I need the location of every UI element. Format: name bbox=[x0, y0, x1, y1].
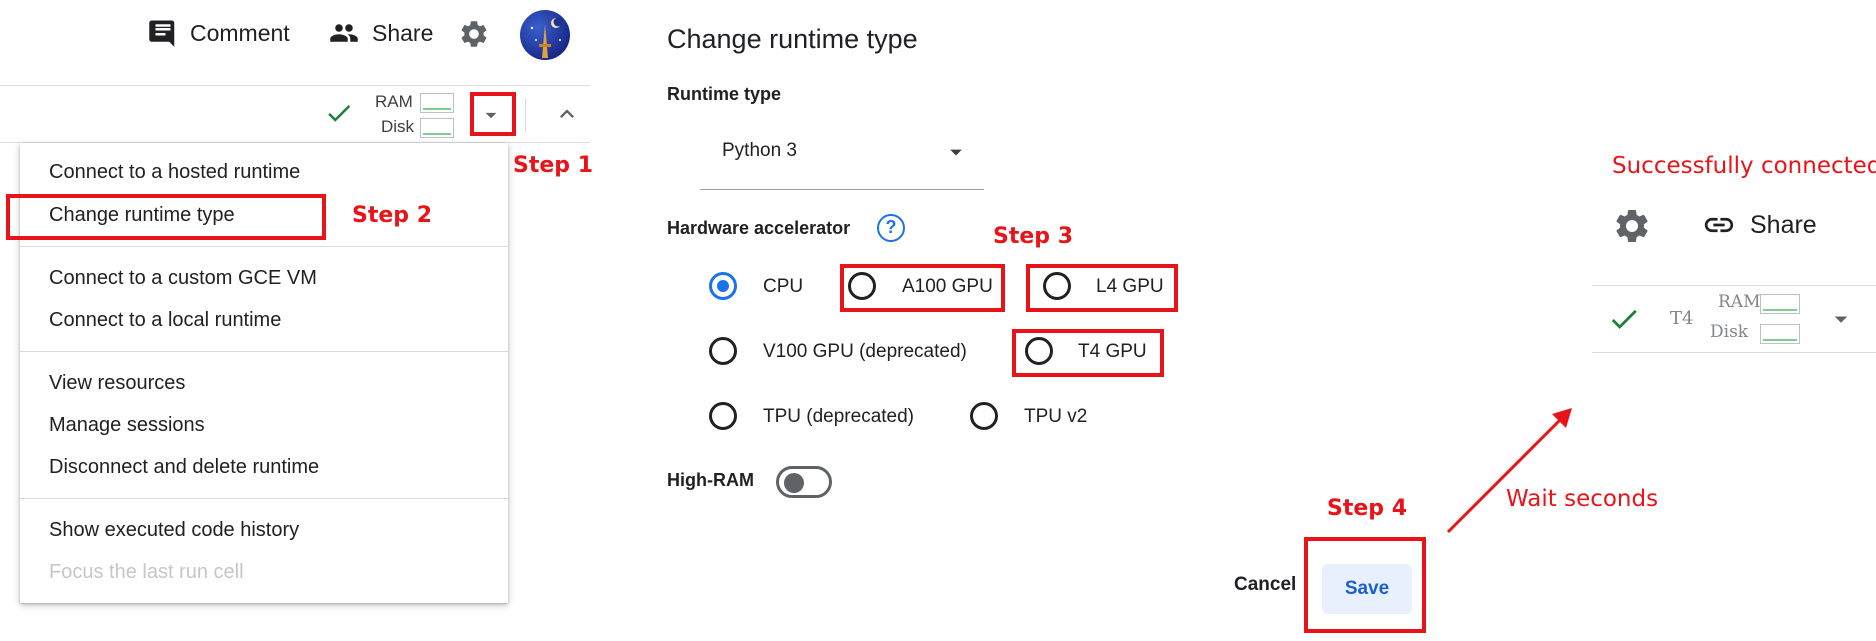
avatar-image bbox=[530, 17, 563, 58]
high-ram-toggle[interactable] bbox=[776, 466, 832, 498]
menu-item-manage-sessions[interactable]: Manage sessions bbox=[49, 414, 205, 437]
dialog-title: Change runtime type bbox=[667, 24, 918, 54]
menu-item-disconnect[interactable]: Disconnect and delete runtime bbox=[49, 456, 319, 479]
high-ram-label: High-RAM bbox=[667, 470, 754, 490]
radio-tpu-v2[interactable] bbox=[970, 402, 998, 430]
ram-meter bbox=[1760, 294, 1800, 314]
radio-cpu[interactable] bbox=[709, 272, 737, 300]
share-link-button[interactable]: Share bbox=[1702, 208, 1817, 242]
t4-highlight bbox=[1012, 329, 1164, 377]
toggle-knob bbox=[784, 473, 804, 493]
disk-meter bbox=[420, 118, 454, 138]
disk-meter bbox=[1760, 324, 1800, 344]
chevron-down-icon[interactable] bbox=[1826, 304, 1856, 334]
radio-tpu-label: TPU (deprecated) bbox=[763, 406, 915, 427]
radio-v100-gpu[interactable] bbox=[709, 337, 737, 365]
gear-icon[interactable] bbox=[1612, 206, 1652, 246]
menu-divider bbox=[20, 498, 508, 499]
comment-label: Comment bbox=[190, 19, 290, 46]
step1-label: Step 1 bbox=[513, 153, 593, 178]
wait-note: Wait seconds bbox=[1506, 486, 1659, 512]
step2-highlight bbox=[6, 194, 326, 240]
menu-item-custom-gce[interactable]: Connect to a custom GCE VM bbox=[49, 267, 317, 290]
toolbar-divider bbox=[525, 98, 526, 132]
radio-cpu-label: CPU bbox=[763, 276, 804, 297]
menu-item-connect-hosted[interactable]: Connect to a hosted runtime bbox=[49, 161, 300, 184]
check-icon bbox=[328, 105, 351, 122]
menu-divider bbox=[20, 246, 508, 247]
people-icon bbox=[330, 24, 358, 42]
radio-tpu[interactable] bbox=[709, 402, 737, 430]
disk-label: Disk bbox=[1710, 322, 1749, 342]
help-icon[interactable]: ? bbox=[877, 214, 905, 242]
a100-highlight bbox=[840, 264, 1005, 312]
ram-label: RAM bbox=[375, 92, 413, 111]
runtime-name: T4 bbox=[1670, 308, 1694, 329]
check-icon bbox=[1611, 309, 1637, 329]
share-label: Share bbox=[1750, 210, 1817, 239]
comment-button[interactable]: Comment bbox=[148, 18, 290, 48]
share-label: Share bbox=[372, 19, 434, 46]
l4-highlight bbox=[1026, 264, 1178, 312]
comment-icon bbox=[149, 20, 175, 47]
dropdown-arrow-icon bbox=[950, 149, 962, 156]
runtime-type-select[interactable]: Python 3 bbox=[700, 128, 984, 190]
gear-icon[interactable] bbox=[458, 18, 490, 50]
avatar[interactable] bbox=[520, 10, 570, 60]
radio-v100-gpu-label: V100 GPU (deprecated) bbox=[763, 341, 967, 362]
menu-item-local-runtime[interactable]: Connect to a local runtime bbox=[49, 309, 281, 332]
share-button[interactable]: Share bbox=[328, 18, 433, 48]
menu-item-view-resources[interactable]: View resources bbox=[49, 372, 185, 395]
success-note: Successfully connected bbox=[1612, 153, 1876, 179]
step4-label: Step 4 bbox=[1327, 496, 1407, 521]
arrow-annotation bbox=[1446, 408, 1572, 534]
step3-label: Step 3 bbox=[993, 224, 1073, 249]
chevron-up-icon[interactable] bbox=[553, 100, 581, 128]
ram-meter bbox=[420, 93, 454, 113]
runtime-type-label: Runtime type bbox=[667, 84, 782, 104]
step4-highlight bbox=[1304, 537, 1426, 633]
step1-highlight bbox=[470, 92, 516, 136]
link-icon bbox=[1704, 217, 1734, 233]
menu-divider bbox=[20, 351, 508, 352]
disk-label: Disk bbox=[381, 117, 415, 136]
step2-label: Step 2 bbox=[352, 203, 432, 228]
menu-item-code-history[interactable]: Show executed code history bbox=[49, 519, 299, 542]
radio-tpu-v2-label: TPU v2 bbox=[1024, 406, 1088, 427]
menu-item-focus-last-cell: Focus the last run cell bbox=[49, 561, 244, 583]
hardware-accelerator-label: Hardware accelerator bbox=[667, 218, 851, 238]
runtime-type-value: Python 3 bbox=[722, 140, 797, 161]
cancel-button[interactable]: Cancel bbox=[1234, 574, 1296, 596]
connected-toolbar: T4 RAM Disk bbox=[1592, 285, 1876, 353]
ram-label: RAM bbox=[1718, 292, 1761, 312]
